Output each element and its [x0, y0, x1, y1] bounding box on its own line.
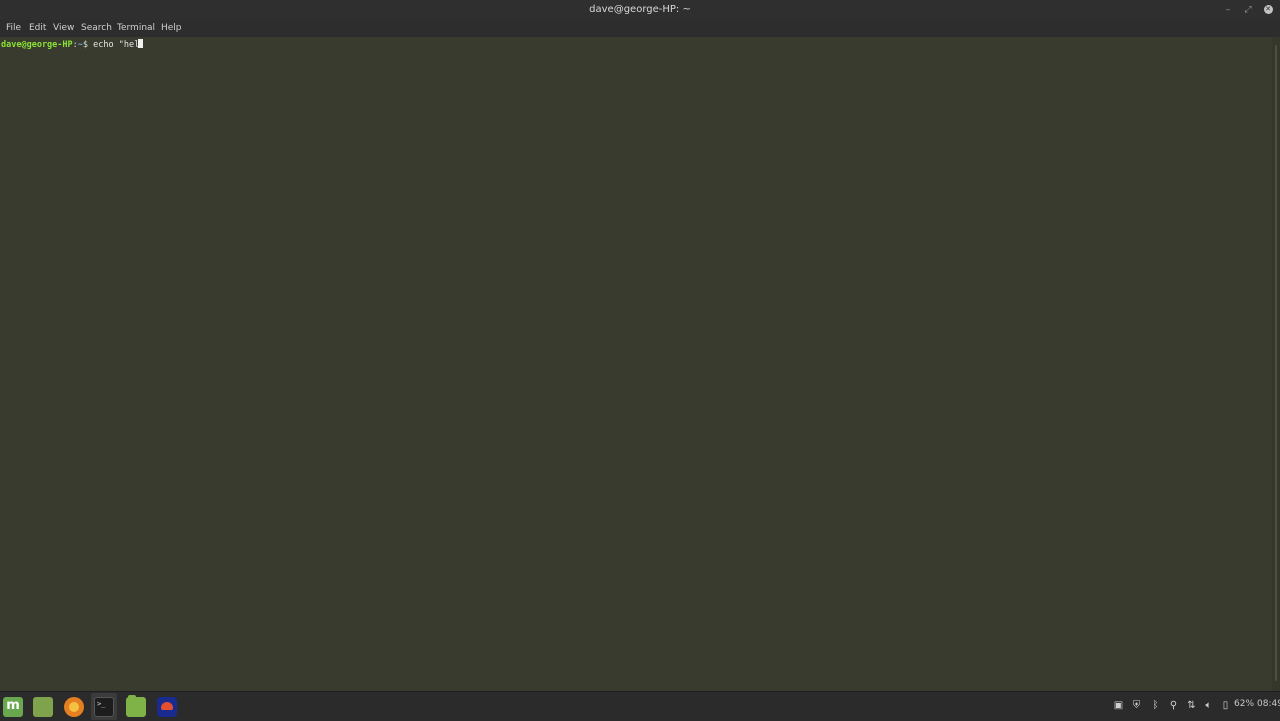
files-icon[interactable] — [126, 695, 146, 717]
clock[interactable]: 08:49 — [1257, 699, 1280, 709]
mint-menu-icon[interactable] — [3, 697, 23, 717]
menu-search[interactable]: Search — [81, 23, 112, 33]
window-titlebar[interactable]: dave@george-HP: ~ – ⤢ ✕ — [0, 0, 1280, 20]
maximize-icon[interactable]: ⤢ — [1241, 3, 1255, 17]
prompt-user-host: dave@george-HP — [1, 40, 73, 50]
close-icon[interactable]: ✕ — [1261, 3, 1275, 17]
menubar: File Edit View Search Terminal Help — [0, 20, 1280, 37]
battery-icon[interactable]: ▯ — [1220, 700, 1231, 711]
show-desktop-icon[interactable] — [33, 697, 53, 717]
camera-icon[interactable]: ▣ — [1113, 700, 1124, 711]
window-title: dave@george-HP: ~ — [589, 4, 691, 15]
terminal-area[interactable]: dave@george-HP:~$ echo "hel — [0, 37, 1272, 691]
terminal-scrollbar[interactable] — [1272, 37, 1280, 691]
prompt-symbol: $ — [82, 40, 94, 50]
text-cursor — [138, 39, 144, 48]
menu-help[interactable]: Help — [161, 23, 182, 33]
menu-view[interactable]: View — [53, 23, 74, 33]
bluetooth-icon[interactable]: ᛒ — [1150, 700, 1161, 711]
terminal-icon[interactable] — [94, 697, 114, 717]
scrollbar-thumb[interactable] — [1275, 45, 1277, 681]
battery-percent: 62% — [1234, 699, 1255, 709]
taskbar: ▣ ⛨ ᛒ ⚲ ⇅ 🔈︎ ▯ 62% 08:49 — [0, 691, 1280, 721]
minimize-icon[interactable]: – — [1221, 3, 1235, 17]
app-icon[interactable] — [157, 697, 177, 717]
menu-edit[interactable]: Edit — [29, 23, 46, 33]
network-icon[interactable]: ⇅ — [1186, 700, 1197, 711]
menu-terminal[interactable]: Terminal — [117, 23, 155, 33]
terminal-line: dave@george-HP:~$ echo "hel — [1, 39, 144, 50]
volume-icon[interactable]: 🔈︎ — [1203, 700, 1214, 711]
shield-icon[interactable]: ⛨ — [1131, 700, 1142, 711]
command-text: echo "hel — [93, 40, 140, 50]
firefox-icon[interactable] — [64, 697, 84, 717]
location-icon[interactable]: ⚲ — [1168, 700, 1179, 711]
menu-file[interactable]: File — [6, 23, 21, 33]
